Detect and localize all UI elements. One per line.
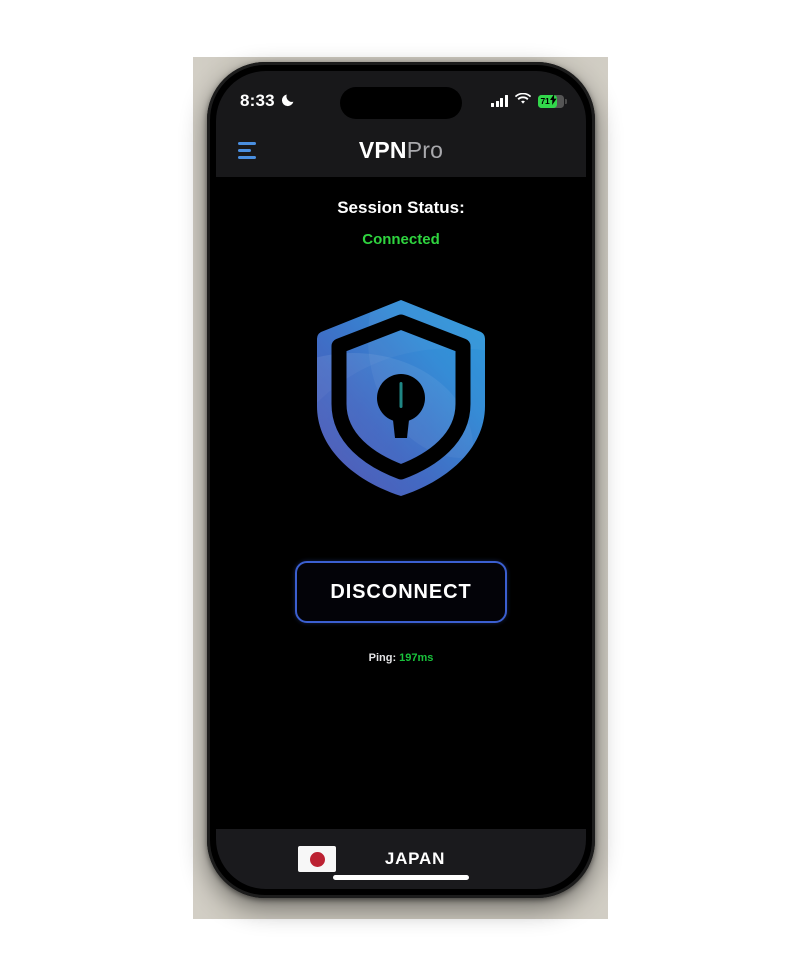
phone-screen: 8:33 71 VPNPro Session Status: Connected… [216, 71, 586, 889]
japan-flag-icon [298, 846, 336, 872]
crescent-moon-icon [281, 91, 296, 112]
session-status-label: Session Status: [337, 198, 465, 217]
battery-percent-label: 71 [540, 96, 550, 106]
phone-device: 8:33 71 VPNPro Session Status: Connected… [207, 62, 595, 898]
clock: 8:33 [240, 91, 275, 110]
app-header: VPNPro [216, 123, 586, 177]
signal-bars-icon [491, 95, 508, 107]
app-main-content: Session Status: Connected DISCONNECT Pin… [216, 177, 586, 829]
home-indicator[interactable] [333, 875, 469, 880]
country-label: JAPAN [384, 849, 446, 868]
brand-secondary: Pro [406, 136, 444, 163]
status-bar-right: 71 [491, 84, 567, 110]
hamburger-menu-icon[interactable] [238, 141, 256, 159]
status-bar-left: 8:33 [240, 83, 296, 112]
disconnect-button[interactable]: DISCONNECT [295, 561, 507, 623]
location-selector[interactable]: JAPAN [216, 829, 586, 889]
ping-value: 197ms [399, 652, 434, 664]
battery-indicator: 71 [538, 92, 567, 110]
session-status-value: Connected [362, 231, 440, 248]
cta-container: DISCONNECT [216, 561, 586, 623]
screenshot-canvas: 8:33 71 VPNPro Session Status: Connected… [0, 0, 800, 980]
shield-lock-icon [313, 298, 489, 503]
battery-cap [565, 98, 567, 104]
lightning-bolt-icon [549, 92, 557, 110]
flag-circle [309, 851, 325, 867]
ping-status: Ping: 197ms [216, 652, 586, 664]
brand-primary: VPN [358, 136, 407, 163]
shield-logo-container [216, 298, 586, 503]
dynamic-island [340, 87, 462, 119]
ping-label: Ping: [368, 652, 397, 664]
wifi-icon [514, 92, 532, 110]
app-title: VPNPro [216, 137, 586, 164]
